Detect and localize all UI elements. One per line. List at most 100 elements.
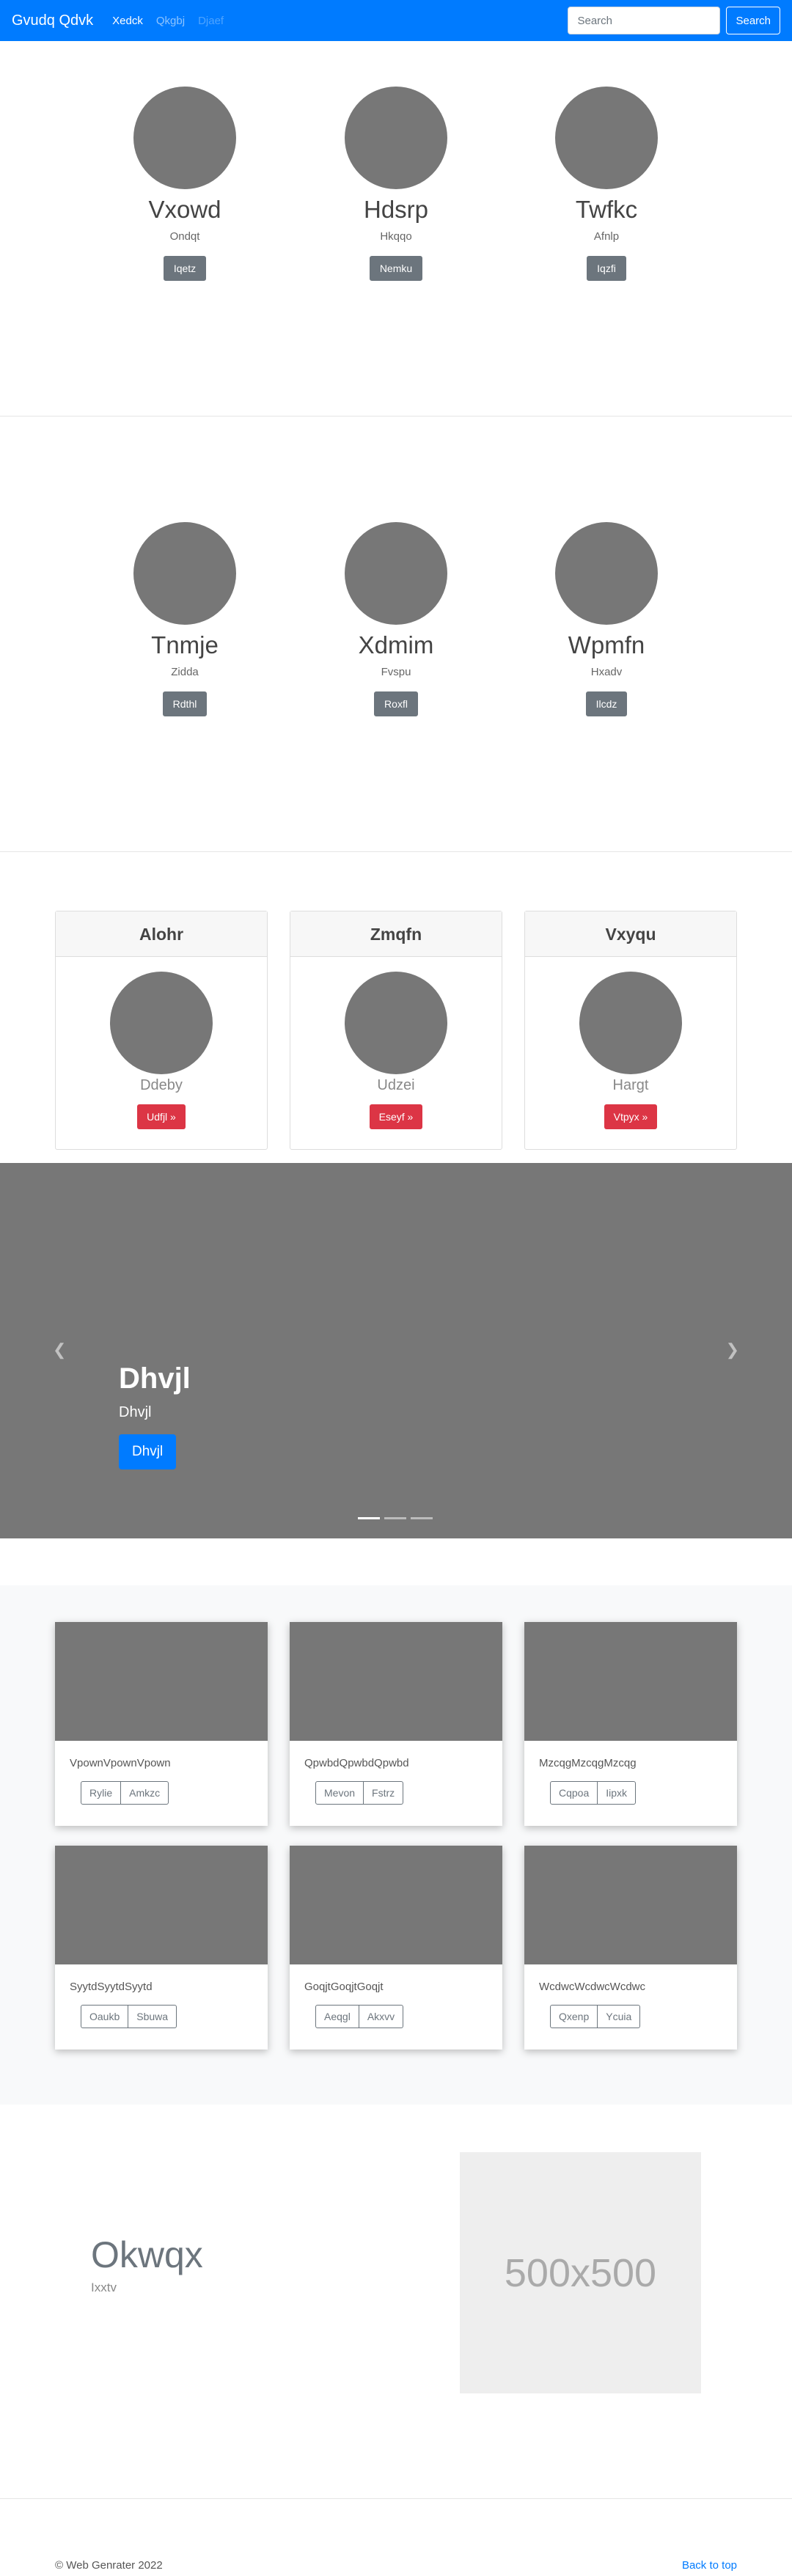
carousel-indicator[interactable] xyxy=(384,1517,406,1519)
card-button[interactable]: Udfjl » xyxy=(137,1104,186,1129)
album-card-text: QpwbdQpwbdQpwbd xyxy=(304,1757,409,1769)
album-card: MzcqgMzcqgMzcqg Cqpoa Iipxk xyxy=(524,1622,737,1826)
album-card-text: MzcqgMzcqgMzcqg xyxy=(539,1757,637,1769)
carousel: ❮ ❯ Dhvjl Dhvjl Dhvjl xyxy=(0,1163,792,1538)
person-sub: Hxadv xyxy=(590,665,623,678)
album-card-text: VpownVpownVpown xyxy=(70,1757,171,1769)
placeholder-label: 500x500 xyxy=(504,2250,657,2295)
nav-link-1[interactable]: Xedck xyxy=(112,15,143,27)
button-group: Mevon Fstrz xyxy=(315,1781,502,1805)
album-button[interactable]: Cqpoa xyxy=(550,1781,598,1805)
details-button[interactable]: Iqetz xyxy=(163,255,207,281)
album-card: SyytdSyytdSyytd Oaukb Sbuwa xyxy=(55,1846,268,2050)
marketing-col: Vxowd Ondqt Iqetz xyxy=(111,87,258,281)
album-button[interactable]: Akxvv xyxy=(359,2005,404,2028)
album-button[interactable]: Fstrz xyxy=(364,1781,404,1805)
album-button[interactable]: Aeqgl xyxy=(315,2005,359,2028)
album-button[interactable]: Amkzc xyxy=(121,1781,169,1805)
album-button[interactable]: Rylie xyxy=(81,1781,122,1805)
card-button[interactable]: Vtpyx » xyxy=(604,1104,658,1129)
search-button[interactable]: Search xyxy=(726,7,780,34)
album-card-text: WcdwcWcdwcWcdwc xyxy=(539,1981,645,1993)
album-card: VpownVpownVpown Rylie Amkzc xyxy=(55,1622,268,1826)
back-to-top-link[interactable]: Back to top xyxy=(682,2559,737,2572)
button-group: Qxenp Ycuia xyxy=(550,2005,737,2028)
avatar xyxy=(345,522,447,625)
chevron-left-icon[interactable]: ❮ xyxy=(53,1340,66,1359)
card: Vxyqu Hargt Vtpyx » xyxy=(524,911,737,1150)
carousel-caption: Dhvjl Dhvjl Dhvjl xyxy=(119,1362,191,1469)
carousel-indicators xyxy=(358,1517,433,1519)
album-card: QpwbdQpwbdQpwbd Mevon Fstrz xyxy=(290,1622,502,1826)
album-thumbnail xyxy=(290,1622,502,1741)
person-sub: Afnlp xyxy=(593,230,620,243)
album-button[interactable]: Oaukb xyxy=(81,2005,129,2028)
avatar xyxy=(555,522,658,625)
marketing-col: Twfkc Afnlp Iqzfi xyxy=(533,87,680,281)
album-card-text: SyytdSyytdSyytd xyxy=(70,1981,153,1993)
marketing-col: Xdmim Fvspu Roxfl xyxy=(323,522,469,716)
marketing-col: Wpmfn Hxadv Ilcdz xyxy=(533,522,680,716)
button-group: Rylie Amkzc xyxy=(81,1781,268,1805)
person-sub: Zidda xyxy=(171,665,199,678)
album-thumbnail xyxy=(55,1622,268,1741)
person-name: Xdmim xyxy=(358,631,434,658)
avatar xyxy=(555,87,658,189)
button-group: Oaukb Sbuwa xyxy=(81,2005,268,2028)
avatar xyxy=(133,87,236,189)
carousel-button[interactable]: Dhvjl xyxy=(119,1434,177,1469)
carousel-indicator[interactable] xyxy=(358,1517,380,1519)
carousel-subtitle: Dhvjl xyxy=(119,1404,152,1420)
details-button[interactable]: Ilcdz xyxy=(585,691,628,716)
marketing-col: Hdsrp Hkqqo Nemku xyxy=(323,87,469,281)
avatar xyxy=(110,972,213,1074)
navbar: Gvudq Qdvk Xedck Qkgbj Djaef Search xyxy=(0,0,792,41)
button-group: Cqpoa Iipxk xyxy=(550,1781,737,1805)
album-button[interactable]: Sbuwa xyxy=(128,2005,177,2028)
person-name: Hdsrp xyxy=(363,196,429,223)
details-button[interactable]: Roxfl xyxy=(374,691,418,716)
album-button[interactable]: Ycuia xyxy=(598,2005,641,2028)
card: Zmqfn Udzei Eseyf » xyxy=(290,911,502,1150)
album: VpownVpownVpown Rylie Amkzc QpwbdQpwbdQp… xyxy=(0,1585,792,2105)
placeholder-image: 500x500 xyxy=(460,2152,701,2393)
featurette-lead: Ixxtv xyxy=(91,2280,117,2294)
card-sub: Udzei xyxy=(377,1077,415,1093)
album-button[interactable]: Qxenp xyxy=(550,2005,598,2028)
card-header: Vxyqu xyxy=(525,911,736,957)
nav-link-2[interactable]: Qkgbj xyxy=(156,15,185,27)
person-name: Tnmje xyxy=(151,631,219,658)
footer-copyright: © Web Genrater 2022 xyxy=(55,2559,163,2572)
avatar xyxy=(345,972,447,1074)
brand[interactable]: Gvudq Qdvk xyxy=(12,12,93,29)
album-button[interactable]: Mevon xyxy=(315,1781,364,1805)
album-thumbnail xyxy=(290,1846,502,1964)
album-card-text: GoqjtGoqjtGoqjt xyxy=(304,1981,384,1993)
search-input[interactable] xyxy=(568,7,721,34)
divider xyxy=(0,2498,792,2499)
card-button[interactable]: Eseyf » xyxy=(369,1104,423,1129)
chevron-right-icon[interactable]: ❯ xyxy=(726,1340,739,1359)
album-card: WcdwcWcdwcWcdwc Qxenp Ycuia xyxy=(524,1846,737,2050)
card-sub: Ddeby xyxy=(140,1077,183,1093)
card-header: Zmqfn xyxy=(290,911,502,957)
details-button[interactable]: Rdthl xyxy=(162,691,208,716)
carousel-indicator[interactable] xyxy=(411,1517,433,1519)
person-sub: Ondqt xyxy=(169,230,200,243)
card: Alohr Ddeby Udfjl » xyxy=(55,911,268,1150)
avatar xyxy=(579,972,682,1074)
carousel-title: Dhvjl xyxy=(119,1362,191,1395)
marketing-col: Tnmje Zidda Rdthl xyxy=(111,522,258,716)
album-thumbnail xyxy=(524,1846,737,1964)
button-group: Aeqgl Akxvv xyxy=(315,2005,502,2028)
album-button[interactable]: Iipxk xyxy=(598,1781,637,1805)
details-button[interactable]: Iqzfi xyxy=(587,255,626,281)
card-sub: Hargt xyxy=(612,1077,649,1093)
card-header: Alohr xyxy=(56,911,267,957)
divider xyxy=(0,851,792,852)
details-button[interactable]: Nemku xyxy=(369,255,423,281)
person-name: Twfkc xyxy=(575,196,638,223)
person-sub: Hkqqo xyxy=(380,230,412,243)
album-thumbnail xyxy=(55,1846,268,1964)
divider xyxy=(0,416,792,417)
